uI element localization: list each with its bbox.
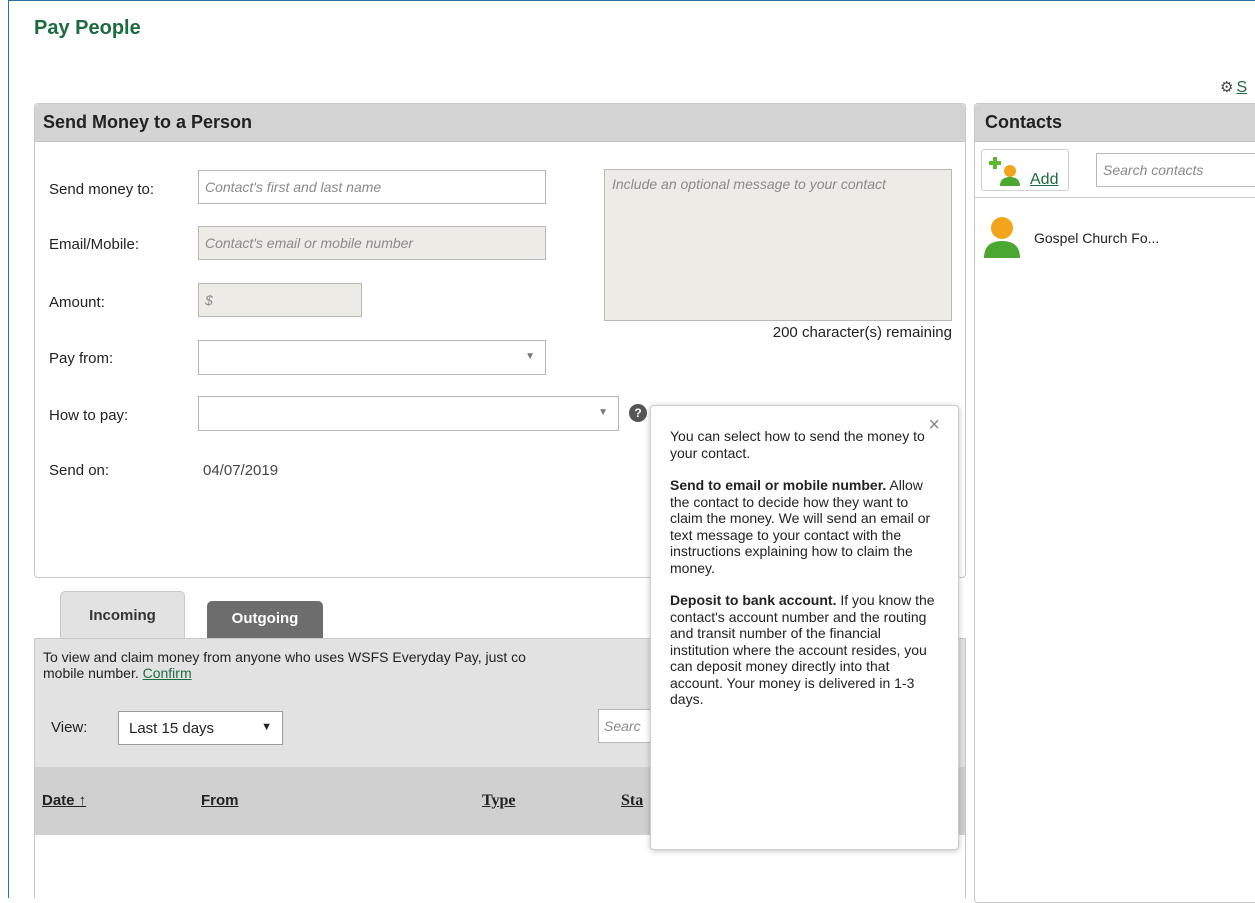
contact-name: Gospel Church Fo... xyxy=(1034,230,1160,246)
amount-label: Amount: xyxy=(49,294,105,311)
tab-incoming[interactable]: Incoming xyxy=(60,591,185,639)
page-title: Pay People xyxy=(34,17,141,39)
amount-input[interactable]: $ xyxy=(198,283,362,317)
chevron-down-icon: ▼ xyxy=(261,721,272,733)
column-date[interactable]: Date ↑ xyxy=(42,792,86,809)
contact-item[interactable]: Gospel Church Fo... xyxy=(975,210,1255,260)
send-on-label: Send on: xyxy=(49,462,110,479)
add-contact-icon xyxy=(989,157,1020,186)
contacts-toolbar: Add Search contacts xyxy=(975,142,1255,198)
view-select-value: Last 15 days xyxy=(129,720,215,737)
chevron-down-icon: ▼ xyxy=(525,351,535,362)
incoming-notice: To view and claim money from anyone who … xyxy=(43,649,653,681)
add-contact-button[interactable]: Add xyxy=(981,149,1069,191)
contacts-panel: Contacts Add Search contacts Gospel Chur… xyxy=(974,103,1255,903)
popover-intro: You can select how to send the money to … xyxy=(670,428,925,461)
contact-avatar-icon xyxy=(984,217,1020,258)
add-contact-label: Add xyxy=(1030,171,1059,188)
how-to-pay-help-popover: × You can select how to send the money t… xyxy=(650,405,959,850)
help-icon[interactable]: ? xyxy=(629,404,647,422)
settings-label: S xyxy=(1236,79,1248,96)
pay-from-select[interactable]: ▼ xyxy=(198,340,546,375)
email-mobile-label: Email/Mobile: xyxy=(49,236,140,253)
popover-option-email-title: Send to email or mobile number. xyxy=(670,477,887,493)
chevron-down-icon: ▼ xyxy=(598,407,608,418)
view-select[interactable]: Last 15 days ▼ xyxy=(118,711,283,745)
send-to-label: Send money to: xyxy=(49,181,155,198)
email-mobile-input[interactable]: Contact's email or mobile number xyxy=(198,226,546,260)
popover-option-bank-text: If you know the contact's account number… xyxy=(670,592,935,707)
popover-body: You can select how to send the money to … xyxy=(670,428,940,724)
tab-outgoing[interactable]: Outgoing xyxy=(207,601,323,639)
view-label: View: xyxy=(51,719,88,736)
pay-from-label: Pay from: xyxy=(49,350,114,367)
popover-option-email: Send to email or mobile number. Allow th… xyxy=(670,477,940,576)
message-textarea[interactable]: Include an optional message to your cont… xyxy=(604,169,952,321)
chars-remaining: 200 character(s) remaining xyxy=(772,324,952,341)
confirm-link[interactable]: Confirm xyxy=(143,665,192,681)
gear-icon: ⚙ xyxy=(1220,79,1234,96)
incoming-search-input[interactable]: Searc xyxy=(598,709,658,743)
popover-option-bank-title: Deposit to bank account. xyxy=(670,592,837,608)
incoming-notice-line2: mobile number. xyxy=(43,665,139,681)
how-to-pay-label: How to pay: xyxy=(49,407,129,424)
settings-link[interactable]: ⚙ S xyxy=(1220,78,1247,97)
how-to-pay-select[interactable]: ▼ xyxy=(198,396,619,431)
incoming-notice-line1: To view and claim money from anyone who … xyxy=(43,649,526,665)
send-to-input[interactable]: Contact's first and last name xyxy=(198,170,546,204)
column-type[interactable]: Type xyxy=(482,792,515,810)
column-status[interactable]: Sta xyxy=(621,792,643,810)
send-on-value: 04/07/2019 xyxy=(203,462,279,479)
contacts-title: Contacts xyxy=(975,104,1255,142)
popover-option-bank: Deposit to bank account. If you know the… xyxy=(670,592,940,708)
send-money-panel-title: Send Money to a Person xyxy=(35,104,965,142)
contacts-search-input[interactable]: Search contacts xyxy=(1096,153,1255,187)
column-from[interactable]: From xyxy=(201,792,239,809)
